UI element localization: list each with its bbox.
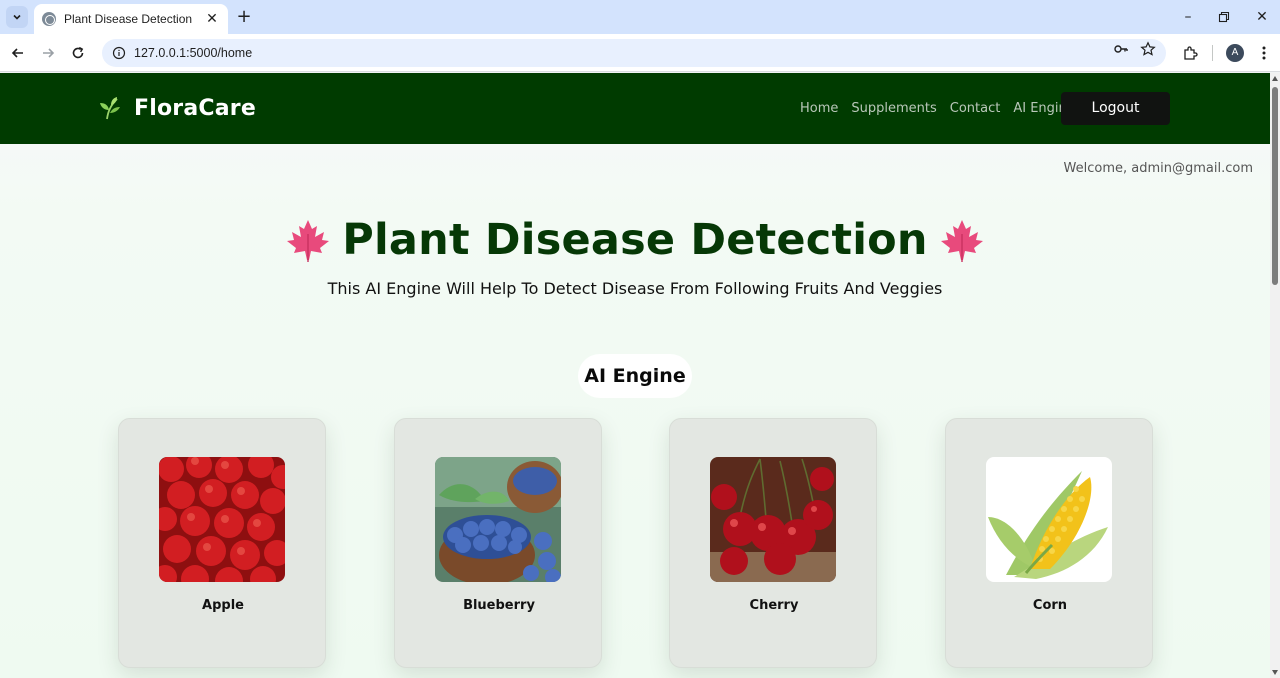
maple-leaf-right-icon — [940, 220, 983, 262]
close-tab-icon[interactable]: ✕ — [204, 11, 220, 27]
scroll-up-icon[interactable] — [1272, 76, 1278, 81]
corn-image — [986, 457, 1112, 582]
site-info-icon[interactable] — [112, 46, 126, 60]
crop-name: Apple — [202, 598, 244, 613]
forward-button[interactable] — [37, 42, 59, 64]
menu-kebab-icon[interactable] — [1254, 43, 1274, 63]
close-window-icon[interactable]: ✕ — [1250, 6, 1274, 28]
tab-title: Plant Disease Detection — [64, 12, 193, 26]
restore-icon[interactable] — [1212, 6, 1236, 28]
minimize-icon[interactable]: – — [1176, 6, 1200, 28]
brand-name: FloraCare — [134, 95, 256, 121]
logout-button[interactable]: Logout — [1061, 92, 1170, 125]
tab-strip: Plant Disease Detection ✕ + – ✕ — [0, 0, 1280, 34]
crop-name: Blueberry — [463, 598, 535, 613]
crop-card-corn[interactable]: Corn — [945, 418, 1153, 668]
chevron-down-icon — [13, 14, 21, 20]
maple-leaf-left-icon — [287, 220, 330, 262]
arrow-left-icon — [11, 48, 23, 58]
page-subtitle: This AI Engine Will Help To Detect Disea… — [327, 279, 943, 298]
nav-link-home[interactable]: Home — [800, 101, 838, 116]
arrow-right-icon — [43, 48, 55, 58]
blueberry-image — [435, 457, 561, 582]
leaf-logo-icon — [100, 97, 120, 120]
profile-avatar[interactable]: A — [1226, 44, 1244, 62]
nav-link-supplements[interactable]: Supplements — [851, 101, 936, 116]
crop-card-blueberry[interactable]: Blueberry — [394, 418, 602, 668]
globe-icon — [42, 12, 56, 26]
page-title: Plant Disease Detection — [342, 215, 928, 265]
reload-button[interactable] — [67, 42, 89, 64]
crop-card-apple[interactable]: Apple — [118, 418, 326, 668]
site-navbar: FloraCare Home Supplements Contact AI En… — [0, 73, 1270, 144]
apple-image — [159, 457, 285, 582]
toolbar-divider — [1212, 45, 1213, 61]
brand[interactable]: FloraCare — [98, 95, 256, 121]
browser-tab[interactable]: Plant Disease Detection ✕ — [34, 4, 228, 34]
welcome-text: Welcome, admin@gmail.com — [1063, 161, 1253, 176]
crop-card-cherry[interactable]: Cherry — [669, 418, 877, 668]
crop-name: Cherry — [749, 598, 799, 613]
bookmark-star-icon[interactable] — [1139, 40, 1157, 58]
scrollbar-thumb[interactable] — [1272, 87, 1278, 285]
nav-links: Home Supplements Contact AI Engine — [800, 101, 1088, 116]
tab-search-button[interactable] — [6, 6, 28, 28]
scroll-down-icon[interactable] — [1272, 670, 1278, 675]
password-key-icon[interactable] — [1112, 40, 1130, 58]
address-bar[interactable]: 127.0.0.1:5000/home — [102, 39, 1166, 67]
back-button[interactable] — [7, 42, 29, 64]
reload-icon — [72, 46, 84, 59]
crop-name: Corn — [1032, 598, 1068, 613]
cherry-image — [710, 457, 836, 582]
page-viewport: FloraCare Home Supplements Contact AI En… — [0, 73, 1270, 678]
url-text: 127.0.0.1:5000/home — [134, 46, 253, 60]
browser-toolbar: 127.0.0.1:5000/home A — [0, 34, 1280, 72]
extensions-icon[interactable] — [1180, 43, 1200, 63]
nav-link-contact[interactable]: Contact — [950, 101, 1001, 116]
page-scrollbar[interactable] — [1270, 73, 1280, 678]
new-tab-button[interactable]: + — [234, 7, 254, 27]
section-label: AI Engine — [578, 354, 692, 398]
hero-heading: Plant Disease Detection — [0, 215, 1270, 268]
